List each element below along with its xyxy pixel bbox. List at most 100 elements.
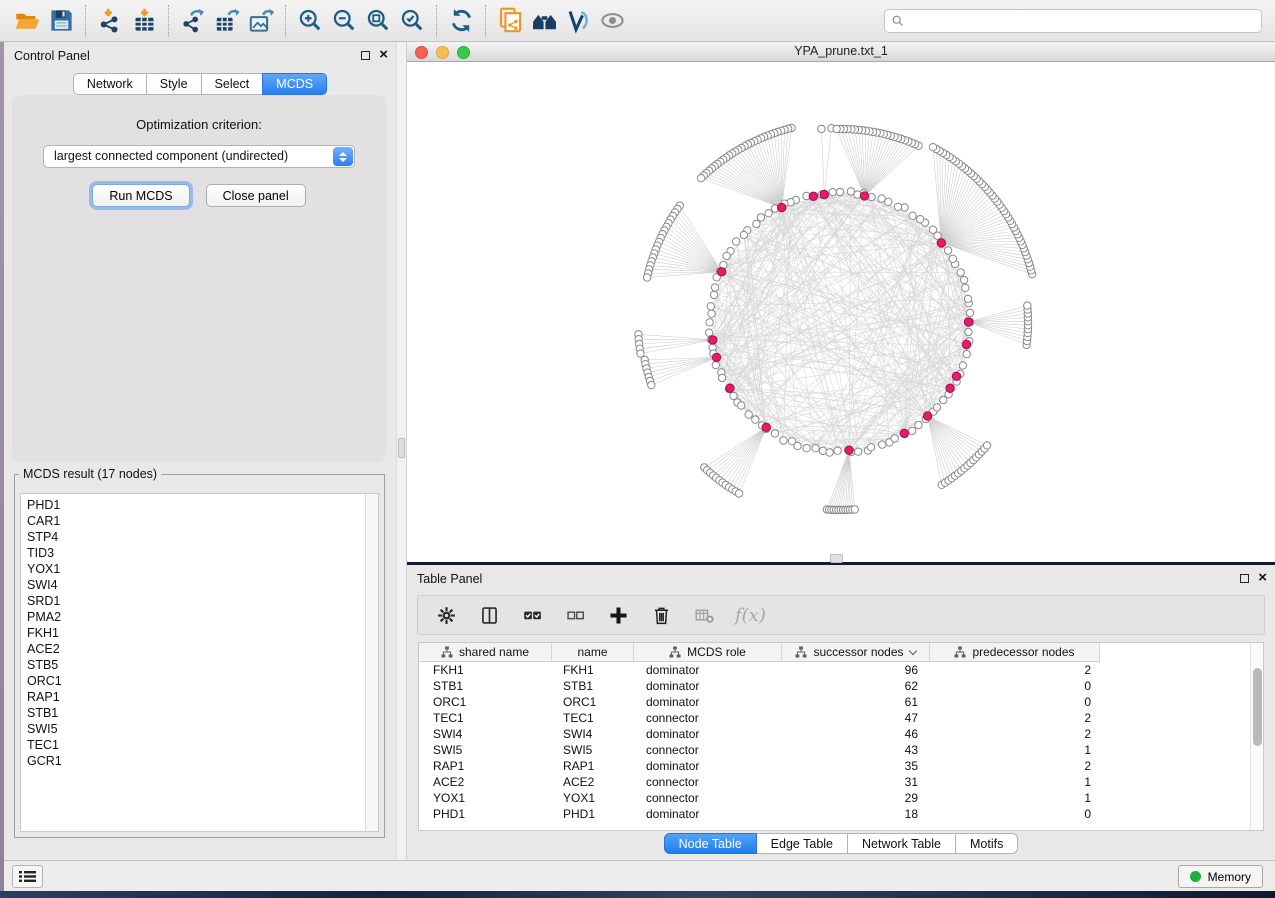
tab-motifs[interactable]: Motifs	[955, 833, 1018, 854]
close-panel-button[interactable]: Close panel	[206, 184, 306, 207]
search-input[interactable]	[905, 11, 1261, 31]
close-panel-icon[interactable]: ×	[379, 50, 388, 60]
cell[interactable]: 47	[782, 710, 930, 726]
open-session-icon[interactable]	[10, 4, 44, 38]
cell[interactable]: SWI4	[419, 726, 552, 742]
cell[interactable]: 96	[782, 662, 930, 678]
import-table-icon[interactable]	[127, 4, 161, 38]
mcds-result-item[interactable]: STB1	[27, 705, 378, 721]
mcds-result-item[interactable]: PMA2	[27, 609, 378, 625]
share-session-icon[interactable]	[493, 4, 527, 38]
network-canvas[interactable]	[407, 62, 1275, 561]
cell[interactable]: 0	[930, 678, 1100, 694]
cell[interactable]: 62	[782, 678, 930, 694]
cell[interactable]: dominator	[634, 758, 782, 774]
mcds-result-item[interactable]: TEC1	[27, 737, 378, 753]
network-window-titlebar[interactable]: YPA_prune.txt_1	[407, 42, 1275, 62]
chevron-down-icon[interactable]	[908, 646, 916, 654]
close-window-icon[interactable]	[415, 46, 428, 59]
cell[interactable]: dominator	[634, 806, 782, 822]
mcds-result-item[interactable]: SWI5	[27, 721, 378, 737]
show-hide-icon[interactable]	[595, 4, 629, 38]
cell[interactable]: STB1	[419, 678, 552, 694]
column-header-shared-name[interactable]: shared name	[419, 643, 552, 662]
delete-column-icon[interactable]	[649, 603, 673, 627]
save-session-icon[interactable]	[44, 4, 78, 38]
horizontal-splitter-handle[interactable]	[830, 554, 843, 563]
export-image-icon[interactable]	[244, 4, 278, 38]
zoom-in-icon[interactable]	[293, 4, 327, 38]
table-row[interactable]: SWI5SWI5connector431	[419, 742, 1263, 758]
cell[interactable]: 18	[782, 806, 930, 822]
cell[interactable]: dominator	[634, 694, 782, 710]
cell[interactable]: 0	[930, 806, 1100, 822]
vertical-splitter[interactable]	[396, 42, 407, 860]
deselect-all-icon[interactable]	[563, 603, 587, 627]
network-graph[interactable]	[407, 62, 1273, 561]
cell[interactable]: 2	[930, 726, 1100, 742]
mcds-result-item[interactable]: CAR1	[27, 513, 378, 529]
cell[interactable]: ACE2	[419, 774, 552, 790]
vizmapper-icon[interactable]	[561, 4, 595, 38]
cell[interactable]: YOX1	[419, 790, 552, 806]
task-history-button[interactable]	[12, 865, 43, 888]
cell[interactable]: 2	[930, 758, 1100, 774]
zoom-fit-icon[interactable]	[361, 4, 395, 38]
table-row[interactable]: RAP1RAP1dominator352	[419, 758, 1263, 774]
cell[interactable]: dominator	[634, 662, 782, 678]
table-row[interactable]: FKH1FKH1dominator962	[419, 662, 1263, 678]
cell[interactable]: RAP1	[419, 758, 552, 774]
cell[interactable]: PHD1	[419, 806, 552, 822]
leaf-nodes[interactable]	[635, 124, 1036, 513]
cell[interactable]: 29	[782, 790, 930, 806]
memory-button[interactable]: Memory	[1178, 865, 1263, 888]
run-mcds-button[interactable]: Run MCDS	[92, 184, 189, 207]
cell[interactable]: 1	[930, 742, 1100, 758]
cell[interactable]: ORC1	[552, 694, 634, 710]
float-table-panel-icon[interactable]	[1240, 574, 1249, 583]
close-table-panel-icon[interactable]: ×	[1258, 573, 1267, 583]
tab-style[interactable]: Style	[146, 73, 202, 95]
cell[interactable]: connector	[634, 742, 782, 758]
splitter-handle[interactable]	[398, 438, 405, 458]
mcds-result-item[interactable]: SWI4	[27, 577, 378, 593]
mcds-result-item[interactable]: FKH1	[27, 625, 378, 641]
cell[interactable]: FKH1	[419, 662, 552, 678]
search-box[interactable]	[884, 9, 1262, 33]
cell[interactable]: connector	[634, 774, 782, 790]
tab-edge-table[interactable]: Edge Table	[756, 833, 848, 854]
mcds-result-item[interactable]: RAP1	[27, 689, 378, 705]
optimization-criterion-select[interactable]: largest connected component (undirected)	[43, 145, 355, 168]
column-header-MCDS-role[interactable]: MCDS role	[634, 643, 782, 662]
table-row[interactable]: PHD1PHD1dominator180	[419, 806, 1263, 822]
mcds-result-item[interactable]: ACE2	[27, 641, 378, 657]
zoom-out-icon[interactable]	[327, 4, 361, 38]
column-header-successor-nodes[interactable]: successor nodes	[782, 643, 930, 662]
table-row[interactable]: TEC1TEC1connector472	[419, 710, 1263, 726]
cell[interactable]: SWI5	[419, 742, 552, 758]
cell[interactable]: YOX1	[552, 790, 634, 806]
cell[interactable]: 61	[782, 694, 930, 710]
table-row[interactable]: ORC1ORC1dominator610	[419, 694, 1263, 710]
search-network-icon[interactable]	[527, 4, 561, 38]
tab-network-table[interactable]: Network Table	[847, 833, 956, 854]
export-table-icon[interactable]	[210, 4, 244, 38]
cell[interactable]: SWI5	[552, 742, 634, 758]
refresh-layout-icon[interactable]	[444, 4, 478, 38]
cell[interactable]: STB1	[552, 678, 634, 694]
cell[interactable]: 46	[782, 726, 930, 742]
table-row[interactable]: STB1STB1dominator620	[419, 678, 1263, 694]
mcds-result-item[interactable]: STB5	[27, 657, 378, 673]
mcds-result-item[interactable]: TID3	[27, 545, 378, 561]
table-scrollbar[interactable]	[1250, 643, 1263, 830]
cell[interactable]: TEC1	[419, 710, 552, 726]
export-network-icon[interactable]	[176, 4, 210, 38]
mcds-result-list[interactable]: PHD1CAR1STP4TID3YOX1SWI4SRD1PMA2FKH1ACE2…	[20, 493, 379, 832]
tab-mcds[interactable]: MCDS	[262, 73, 327, 95]
mcds-result-item[interactable]: PHD1	[27, 497, 378, 513]
show-columns-icon[interactable]	[477, 603, 501, 627]
tab-select[interactable]: Select	[201, 73, 264, 95]
add-column-icon[interactable]	[606, 603, 630, 627]
cell[interactable]: connector	[634, 710, 782, 726]
maximize-window-icon[interactable]	[457, 46, 470, 59]
